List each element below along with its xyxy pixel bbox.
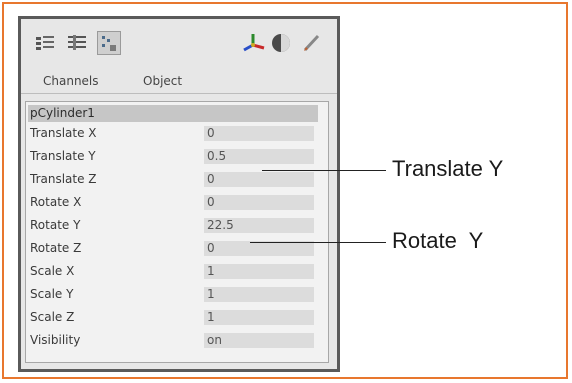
channel-value-field[interactable]: 1: [204, 310, 314, 325]
channel-label: Translate Y: [30, 149, 96, 163]
channel-label: Translate Z: [30, 172, 97, 186]
tab-bar: Channels Object: [21, 71, 337, 94]
figure-frame: Channels Object pCylinder1 Translate X 0…: [2, 2, 568, 379]
channel-value-field[interactable]: 0: [204, 241, 314, 256]
channel-value-field[interactable]: 0: [204, 195, 314, 210]
channel-value-field[interactable]: 1: [204, 287, 314, 302]
channel-row-scale-x[interactable]: Scale X 1: [28, 263, 324, 280]
tab-channels[interactable]: Channels: [43, 74, 99, 88]
channel-label: Rotate Z: [30, 241, 82, 255]
channel-label: Rotate Y: [30, 218, 81, 232]
channel-row-rotate-x[interactable]: Rotate X 0: [28, 194, 324, 211]
translate-y-callout: Translate Y: [392, 156, 504, 181]
channel-row-scale-z[interactable]: Scale Z 1: [28, 309, 324, 326]
pen-tool-icon[interactable]: [299, 31, 323, 55]
channel-label: Visibility: [30, 333, 81, 347]
channel-row-visibility[interactable]: Visibility on: [28, 332, 324, 349]
channel-box-panel: Channels Object pCylinder1 Translate X 0…: [18, 16, 340, 372]
channel-label: Scale Z: [30, 310, 75, 324]
channel-value-field[interactable]: 1: [204, 264, 314, 279]
channel-box-icon[interactable]: [33, 31, 57, 55]
shading-sphere-icon[interactable]: [269, 31, 293, 55]
channel-value-field[interactable]: 0.5: [204, 149, 314, 164]
channel-label: Translate X: [30, 126, 97, 140]
channel-value-field[interactable]: 0: [204, 126, 314, 141]
channel-row-rotate-y[interactable]: Rotate Y 22.5: [28, 217, 324, 234]
rotate-y-callout: Rotate Y: [392, 228, 484, 253]
channel-row-translate-x[interactable]: Translate X 0: [28, 125, 324, 142]
channel-value-field[interactable]: 0: [204, 172, 314, 187]
toolbar: [21, 19, 337, 69]
channel-row-translate-y[interactable]: Translate Y 0.5: [28, 148, 324, 165]
axis-manipulator-icon[interactable]: [241, 31, 265, 55]
channel-value-field[interactable]: on: [204, 333, 314, 348]
rotate-y-callout-line: [250, 242, 386, 243]
layer-editor-icon[interactable]: [65, 31, 89, 55]
object-name-row[interactable]: pCylinder1: [28, 105, 318, 122]
channel-row-translate-z[interactable]: Translate Z 0: [28, 171, 324, 188]
channel-value-field[interactable]: 22.5: [204, 218, 314, 233]
attribute-editor-icon[interactable]: [97, 31, 121, 55]
channel-label: Scale Y: [30, 287, 74, 301]
tab-object[interactable]: Object: [143, 74, 182, 88]
channel-label: Rotate X: [30, 195, 82, 209]
translate-y-callout-line: [262, 170, 386, 171]
channel-row-scale-y[interactable]: Scale Y 1: [28, 286, 324, 303]
channel-label: Scale X: [30, 264, 75, 278]
channel-list: pCylinder1 Translate X 0 Translate Y 0.5…: [25, 101, 329, 363]
